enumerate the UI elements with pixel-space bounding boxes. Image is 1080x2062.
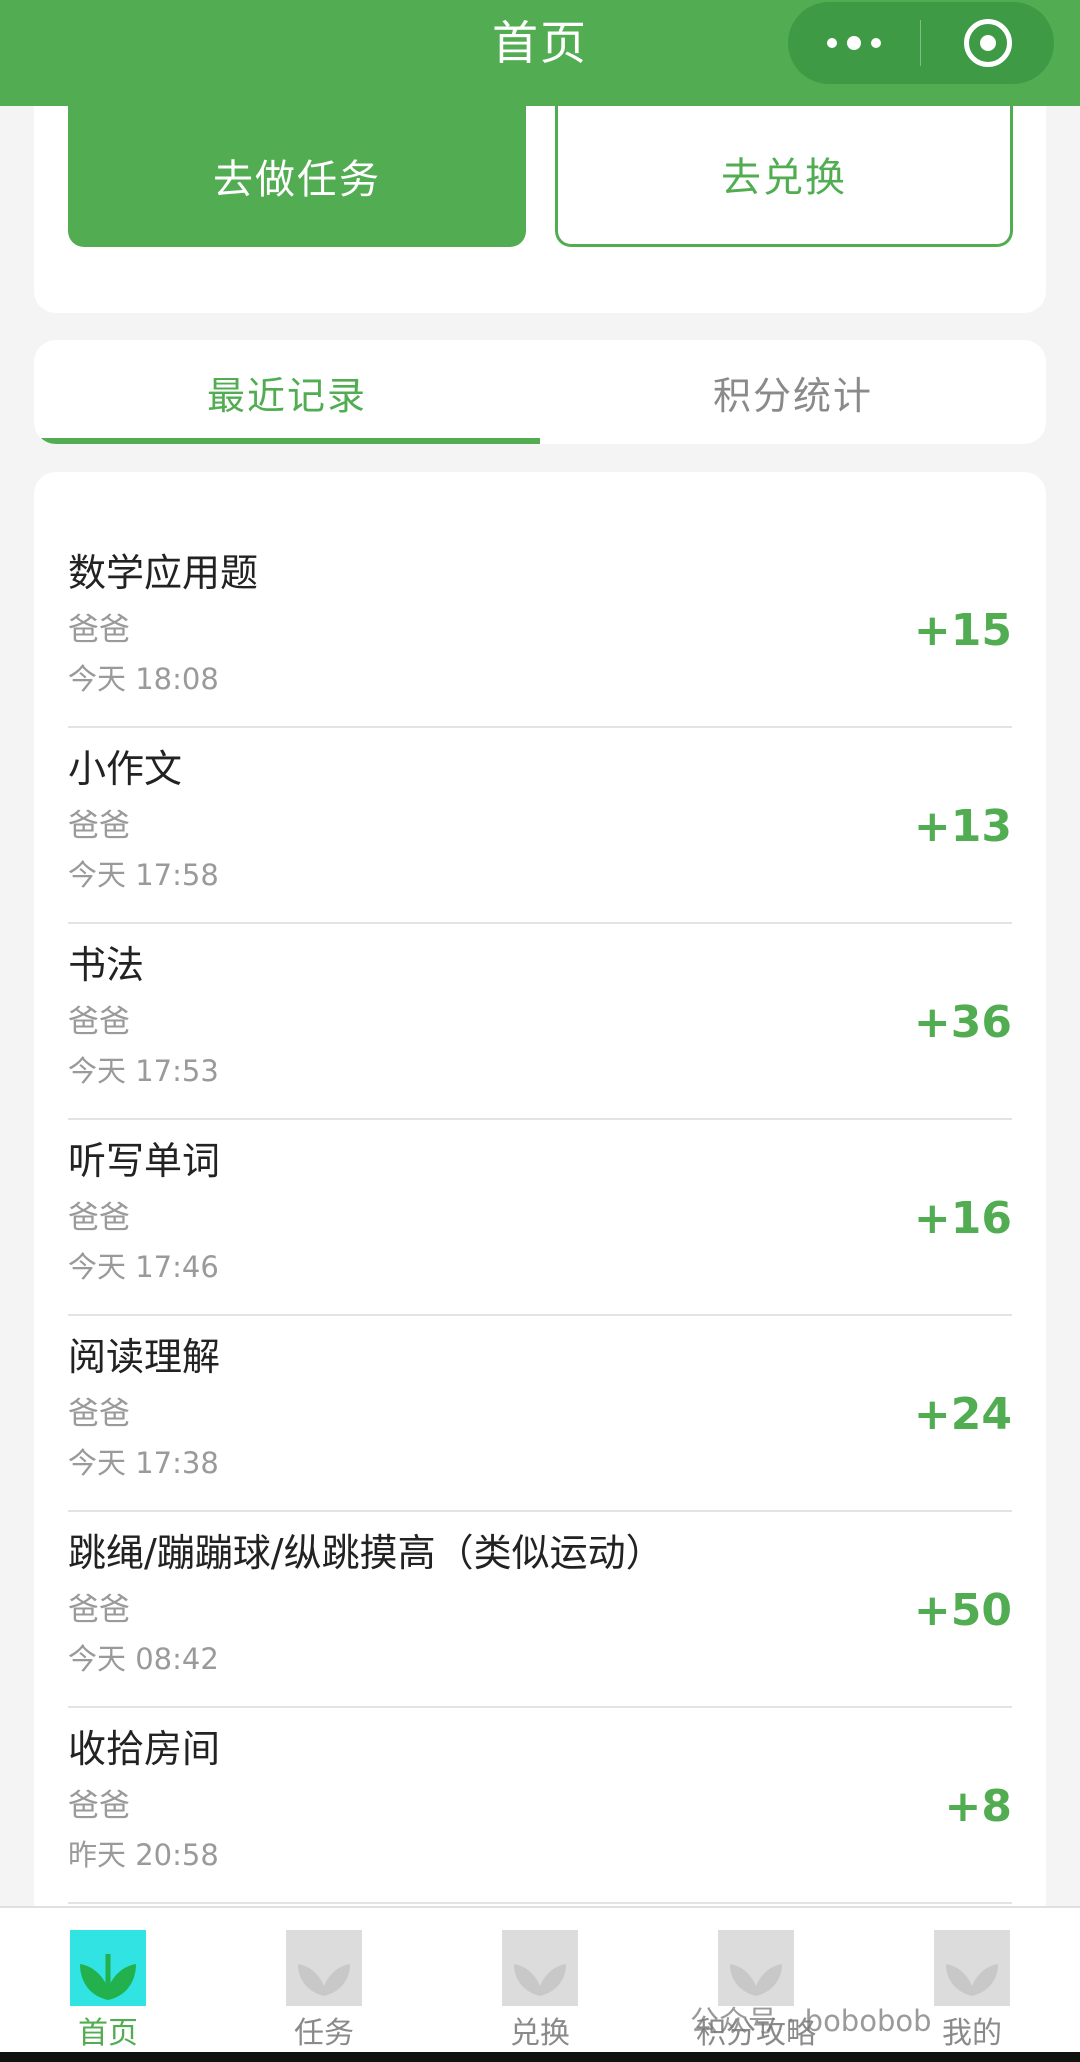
tabbar-label: 任务 (294, 2016, 354, 2051)
profile-icon (934, 1930, 1010, 2006)
record-giver: 爸爸 (68, 1004, 130, 1040)
record-points: +13 (913, 800, 1012, 852)
record-giver: 爸爸 (68, 1592, 130, 1628)
record-giver: 爸爸 (68, 1396, 130, 1432)
record-tabs: 最近记录 积分统计 (34, 340, 1046, 444)
target-close-icon (963, 19, 1012, 67)
record-giver: 爸爸 (68, 1200, 130, 1236)
home-icon (70, 1930, 146, 2006)
tabbar-item-home[interactable]: 首页 (0, 1922, 216, 2051)
record-time: 今天 18:08 (68, 662, 219, 696)
tab-recent-records[interactable]: 最近记录 (34, 340, 540, 444)
watermark: 公众号 · bobobob (690, 2004, 932, 2038)
close-mini-program-button[interactable] (921, 2, 1054, 84)
strategy-icon (718, 1930, 794, 2006)
list-item[interactable]: 跳绳/蹦蹦球/纵跳摸高（类似运动） 爸爸 今天 08:42 +50 (68, 1512, 1012, 1708)
records-list: 数学应用题 爸爸 今天 18:08 +15 小作文 爸爸 今天 17:58 +1… (34, 472, 1046, 1932)
more-menu-button[interactable] (788, 2, 920, 84)
nav-bar: 首页 (0, 0, 1080, 106)
record-name: 阅读理解 (68, 1335, 221, 1379)
record-time: 今天 17:46 (68, 1250, 219, 1284)
tabbar-label: 兑换 (510, 2016, 570, 2051)
record-time: 今天 17:58 (68, 858, 219, 892)
record-name: 数学应用题 (68, 551, 259, 595)
record-points: +8 (944, 1780, 1012, 1832)
go-do-task-button[interactable]: 去做任务 (68, 104, 526, 247)
list-item[interactable]: 收拾房间 爸爸 昨天 20:58 +8 (68, 1708, 1012, 1904)
list-item[interactable]: 书法 爸爸 今天 17:53 +36 (68, 924, 1012, 1120)
record-giver: 爸爸 (68, 1788, 130, 1824)
list-item[interactable]: 数学应用题 爸爸 今天 18:08 +15 (68, 532, 1012, 728)
record-points: +15 (913, 604, 1012, 656)
record-time: 昨天 20:58 (68, 1838, 219, 1872)
active-tab-indicator (34, 438, 540, 444)
record-time: 今天 08:42 (68, 1642, 219, 1676)
record-points: +24 (913, 1388, 1012, 1440)
record-points: +50 (913, 1584, 1012, 1636)
go-exchange-button[interactable]: 去兑换 (555, 104, 1013, 247)
task-icon (286, 1930, 362, 2006)
record-time: 今天 17:53 (68, 1054, 219, 1088)
record-name: 听写单词 (68, 1139, 221, 1183)
tabbar-label: 首页 (78, 2016, 138, 2051)
mini-program-capsule (788, 2, 1054, 84)
record-name: 书法 (68, 943, 145, 987)
record-points: +16 (913, 1192, 1012, 1244)
tabbar-item-exchange[interactable]: 兑换 (432, 1922, 648, 2051)
record-points: +36 (913, 996, 1012, 1048)
tabbar-item-task[interactable]: 任务 (216, 1922, 432, 2051)
record-name: 收拾房间 (68, 1727, 221, 1771)
action-card: 去做任务 去兑换 (34, 90, 1046, 313)
record-time: 今天 17:38 (68, 1446, 219, 1480)
list-item[interactable]: 阅读理解 爸爸 今天 17:38 +24 (68, 1316, 1012, 1512)
exchange-icon (502, 1930, 578, 2006)
list-item[interactable]: 小作文 爸爸 今天 17:58 +13 (68, 728, 1012, 924)
list-item[interactable]: 听写单词 爸爸 今天 17:46 +16 (68, 1120, 1012, 1316)
more-dots-icon (827, 38, 837, 48)
record-giver: 爸爸 (68, 808, 130, 844)
record-name: 跳绳/蹦蹦球/纵跳摸高（类似运动） (68, 1531, 664, 1575)
bottom-edge-strip (0, 2052, 1080, 2062)
tab-points-stats[interactable]: 积分统计 (540, 340, 1046, 444)
record-name: 小作文 (68, 747, 183, 791)
record-giver: 爸爸 (68, 612, 130, 648)
